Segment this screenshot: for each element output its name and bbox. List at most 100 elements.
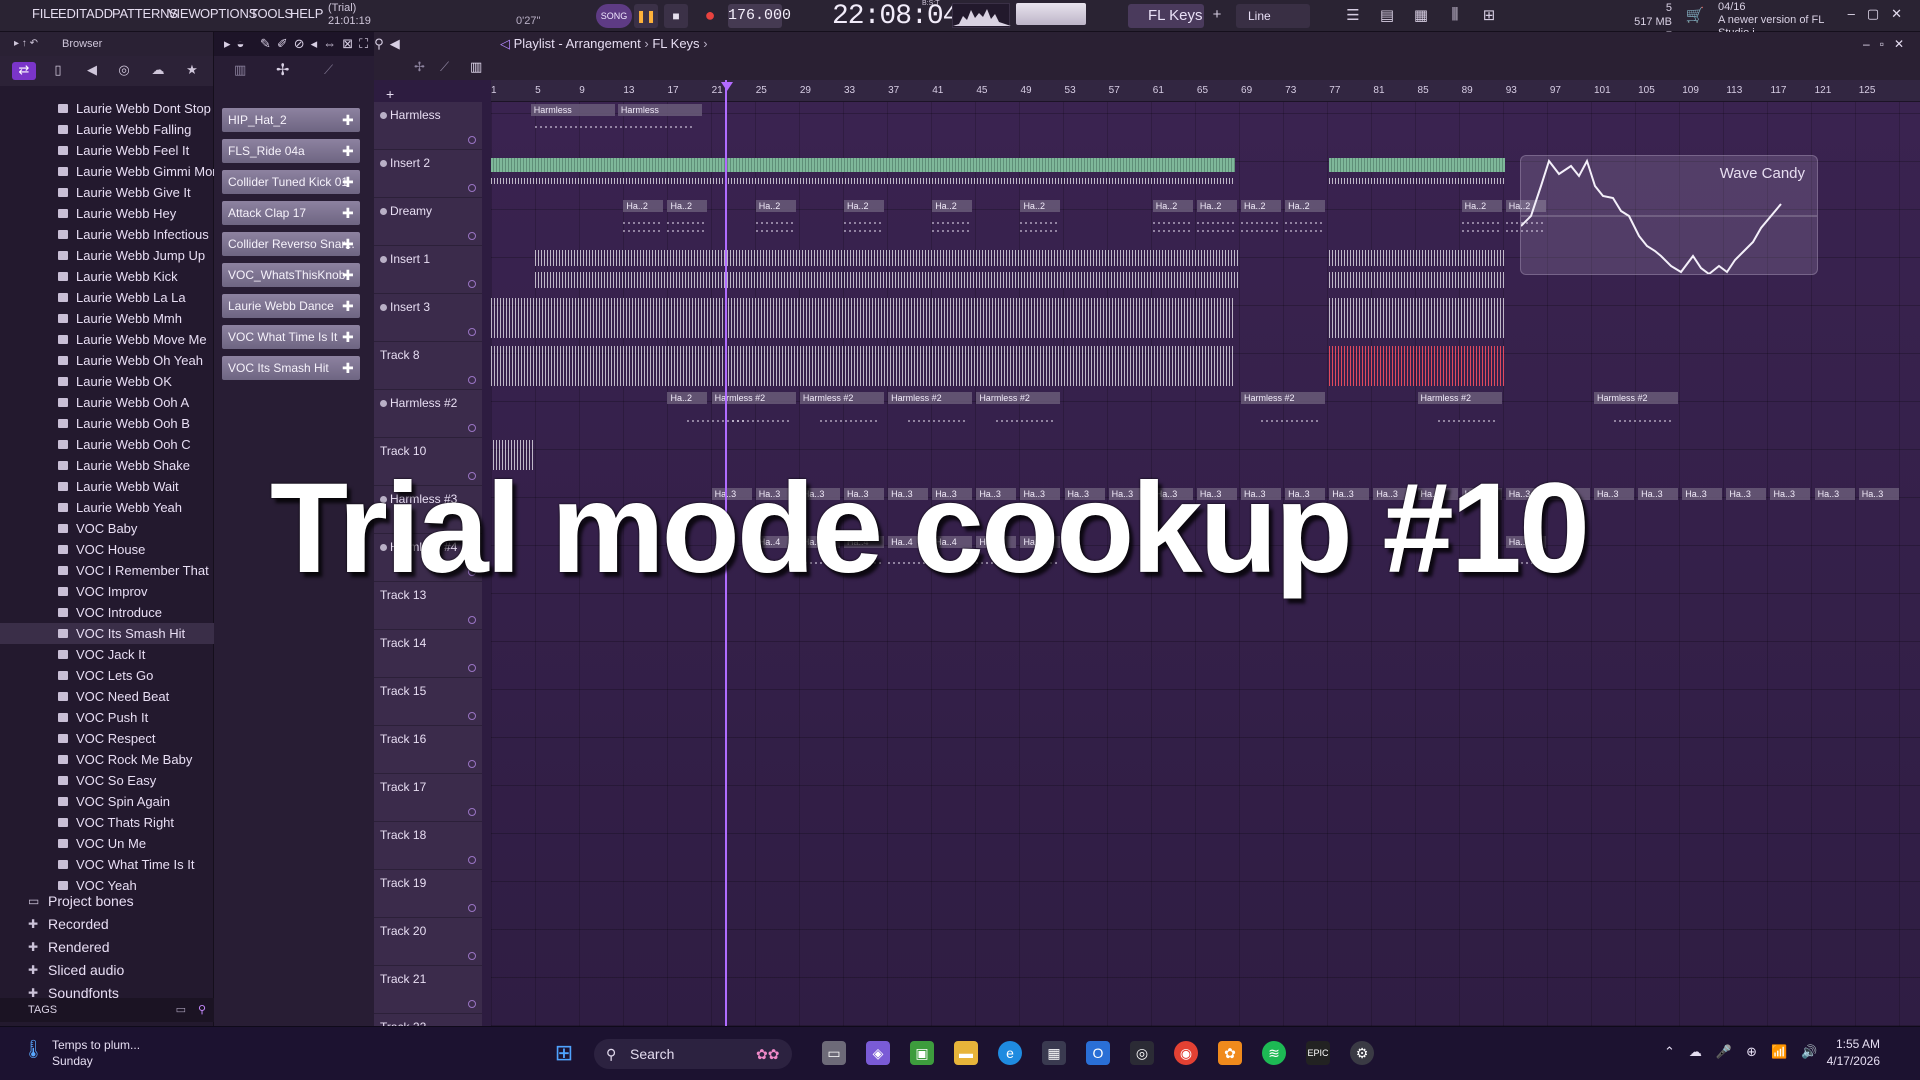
browser-file-item[interactable]: Laurie Webb Kick xyxy=(0,266,214,287)
piano-roll-icon[interactable]: ▤ xyxy=(1376,6,1398,26)
browser-file-item[interactable]: Laurie Webb OK xyxy=(0,371,214,392)
browser-file-item[interactable]: Laurie Webb Falling xyxy=(0,119,214,140)
browser-file-item[interactable]: VOC Respect xyxy=(0,728,214,749)
minecraft-icon[interactable]: ▣ xyxy=(910,1041,934,1065)
plugin-picker-icon[interactable]: ⊞ xyxy=(1478,6,1500,26)
mixer-icon[interactable]: ⫼ xyxy=(1444,6,1466,26)
browser-file-item[interactable]: VOC Need Beat xyxy=(0,686,214,707)
system-tray[interactable]: ⌃☁🎤⊕📶🔊 xyxy=(1664,1044,1831,1060)
track-header[interactable]: Track 20 xyxy=(374,918,482,966)
pen-icon[interactable]: ⟋ xyxy=(440,59,449,75)
track-header[interactable]: Track 19 xyxy=(374,870,482,918)
track-select-icon[interactable] xyxy=(468,712,476,720)
folder-icon[interactable]: ▭ xyxy=(176,998,186,1022)
track-led-icon[interactable] xyxy=(380,400,387,407)
picker-item[interactable]: Collider Tuned Kick 01 ✚ xyxy=(222,170,360,194)
track-header[interactable]: Track 8 xyxy=(374,342,482,390)
add-icon[interactable]: ✚ xyxy=(342,232,356,256)
timeline-ruler[interactable]: 1 5 9 13 17 21 25 29 33 37 41 45 49 53 57 61 65 69 73 77 81 8… xyxy=(491,80,1920,102)
browser-file-item[interactable]: VOC Push It xyxy=(0,707,214,728)
stop-button[interactable]: ■ xyxy=(664,4,688,28)
pattern-clip-label[interactable]: Ha..2 xyxy=(843,200,884,212)
picker-arrange-icon[interactable]: ✢ xyxy=(276,60,289,80)
pattern-clip-label[interactable]: Ha..3 xyxy=(1770,488,1811,500)
picker-item[interactable]: FLS_Ride 04a ✚ xyxy=(222,139,360,163)
track-header[interactable]: Track 21 xyxy=(374,966,482,1014)
browser-file-item[interactable]: VOC Spin Again xyxy=(0,791,214,812)
weather-widget[interactable]: 🌡 Temps to plum... Sunday xyxy=(22,1037,140,1069)
taskbar-clock[interactable]: 1:55 AM 4/17/2026 xyxy=(1827,1036,1880,1070)
browser-all-icon[interactable]: ⇄ xyxy=(12,62,36,80)
browser-folder-item[interactable]: ✚ Recorded xyxy=(22,913,212,936)
browser-file-item[interactable]: Laurie Webb Dont Stop xyxy=(0,98,214,119)
pattern-clip-label[interactable]: Harmless #2 xyxy=(888,392,973,404)
track-led-icon[interactable] xyxy=(380,112,387,119)
track-select-icon[interactable] xyxy=(468,1000,476,1008)
picker-brush-icon[interactable]: ⟋ xyxy=(324,62,333,78)
channel-rack-icon[interactable]: ▦ xyxy=(1410,6,1432,26)
browser-file-item[interactable]: Laurie Webb Ooh A xyxy=(0,392,214,413)
pattern-clip-label[interactable]: Ha..2 xyxy=(755,200,796,212)
browser-file-item[interactable]: VOC Thats Right xyxy=(0,812,214,833)
track-led-icon[interactable] xyxy=(380,256,387,263)
tags-bar[interactable]: TAGS ▭ ⚲ xyxy=(0,998,214,1022)
chrome-icon[interactable]: ◉ xyxy=(1174,1041,1198,1065)
add-track-icon[interactable]: + xyxy=(386,86,394,102)
copilot-icon[interactable]: ◈ xyxy=(866,1041,890,1065)
browser-file-item[interactable]: Laurie Webb Ooh B xyxy=(0,413,214,434)
picker-item[interactable]: VOC_WhatsThisKnob ✚ xyxy=(222,263,360,287)
browser-file-item[interactable]: Laurie Webb Yeah xyxy=(0,497,214,518)
plus-icon[interactable]: + xyxy=(1206,6,1228,26)
browser-folder-item[interactable]: ✚ Rendered xyxy=(22,936,212,959)
picker-item[interactable]: Collider Reverso Snar... ✚ xyxy=(222,232,360,256)
pattern-clip-label[interactable]: Ha..3 xyxy=(1682,488,1723,500)
terminal-icon[interactable]: ◎ xyxy=(1130,1041,1154,1065)
picker-item[interactable]: Attack Clap 17 ✚ xyxy=(222,201,360,225)
tempo-display[interactable]: 176.000 xyxy=(728,4,791,28)
add-icon[interactable]: ✚ xyxy=(342,325,356,349)
browser-cloud-icon[interactable]: ☁ xyxy=(146,62,170,80)
file-explorer-icon[interactable]: ▬ xyxy=(954,1041,978,1065)
browser-favorites-icon[interactable]: ★ xyxy=(180,62,204,80)
track-select-icon[interactable] xyxy=(468,904,476,912)
browser-file-item[interactable]: Laurie Webb Gimmi More xyxy=(0,161,214,182)
add-icon[interactable]: ✚ xyxy=(342,170,356,194)
browser-file-item[interactable]: VOC Lets Go xyxy=(0,665,214,686)
browser-file-item[interactable]: VOC House xyxy=(0,539,214,560)
pattern-clip-label[interactable]: Ha..2 xyxy=(623,200,664,212)
track-header[interactable]: Track 14 xyxy=(374,630,482,678)
track-select-icon[interactable] xyxy=(468,136,476,144)
track-header[interactable]: Harmless #2 xyxy=(374,390,482,438)
track-select-icon[interactable] xyxy=(468,952,476,960)
cart-icon[interactable]: 🛒 xyxy=(1684,6,1706,26)
browser-folder-item[interactable]: ▭ Project bones xyxy=(22,890,212,913)
windows-start-icon[interactable]: ⊞ xyxy=(552,1041,576,1065)
track-select-icon[interactable] xyxy=(468,328,476,336)
pattern-clip-label[interactable]: Ha..2 xyxy=(1461,200,1502,212)
browser-file-item[interactable]: VOC Jack It xyxy=(0,644,214,665)
pattern-clip-label[interactable]: Harmless #2 xyxy=(799,392,884,404)
picker-item[interactable]: Laurie Webb Dance ✚ xyxy=(222,294,360,318)
track-select-icon[interactable] xyxy=(468,616,476,624)
track-led-icon[interactable] xyxy=(380,208,387,215)
pattern-clip-label[interactable]: Ha..2 xyxy=(1020,200,1061,212)
browser-file-item[interactable]: Laurie Webb Infectious xyxy=(0,224,214,245)
track-select-icon[interactable] xyxy=(468,184,476,192)
browser-file-item[interactable]: Laurie Webb Ooh C xyxy=(0,434,214,455)
track-header[interactable]: Track 16 xyxy=(374,726,482,774)
playlist-window-controls[interactable]: –▫✕ xyxy=(1863,32,1914,56)
pattern-clip-label[interactable]: Harmless xyxy=(530,104,615,116)
pattern-clip-label[interactable]: Ha..2 xyxy=(932,200,973,212)
browser-file-item[interactable]: Laurie Webb Move Me xyxy=(0,329,214,350)
browser-folder-item[interactable]: ✚ Sliced audio xyxy=(22,959,212,982)
pattern-clip-label[interactable]: Ha..3 xyxy=(1726,488,1767,500)
picker-mode-icon[interactable]: ▥ xyxy=(234,62,246,78)
track-header[interactable]: Insert 3 xyxy=(374,294,482,342)
track-select-icon[interactable] xyxy=(468,760,476,768)
menu-tools[interactable]: TOOLS xyxy=(250,6,293,21)
track-select-icon[interactable] xyxy=(468,424,476,432)
pattern-clip-label[interactable]: Ha..3 xyxy=(1814,488,1855,500)
menu-add[interactable]: ADD xyxy=(86,6,113,21)
window-controls[interactable]: –▢✕ xyxy=(1848,6,1914,22)
outlook-icon[interactable]: O xyxy=(1086,1041,1110,1065)
